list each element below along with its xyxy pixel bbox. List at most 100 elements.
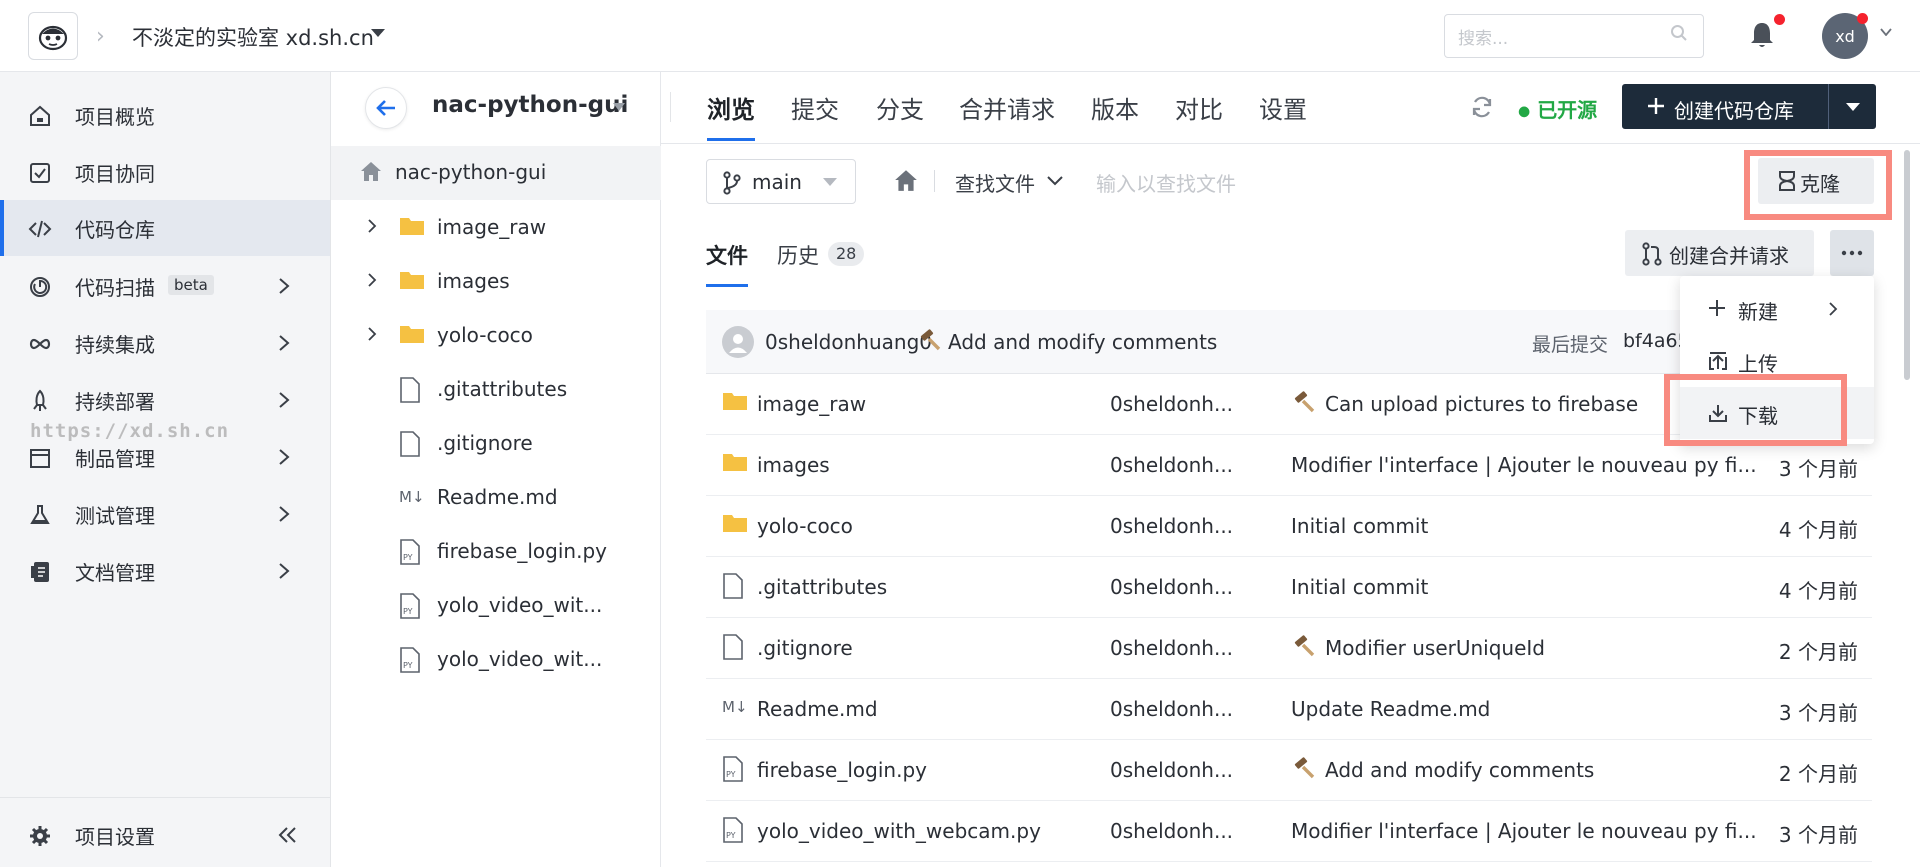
- sync-icon[interactable]: [1470, 95, 1494, 119]
- tab-commits[interactable]: 提交: [791, 90, 839, 125]
- python-file-icon: PY: [722, 756, 744, 782]
- tree-item[interactable]: .gitignore: [331, 417, 661, 471]
- app-logo[interactable]: [28, 12, 78, 60]
- chevron-down-icon[interactable]: [1047, 176, 1063, 186]
- file-icon: [399, 431, 421, 457]
- tab-settings[interactable]: 设置: [1259, 90, 1307, 125]
- sidebar-item-testing[interactable]: 测试管理: [0, 486, 330, 542]
- tree-root-item[interactable]: nac-python-gui: [331, 146, 661, 200]
- create-dropdown-caret-icon[interactable]: [1846, 103, 1860, 111]
- sidebar-item-code-repo[interactable]: 代码仓库: [0, 200, 330, 256]
- beta-badge: beta: [168, 275, 214, 295]
- file-commit-message[interactable]: Can upload pictures to firebase: [1325, 392, 1638, 416]
- file-name[interactable]: .gitattributes: [757, 575, 887, 599]
- tab-browse[interactable]: 浏览: [707, 90, 755, 125]
- tree-item[interactable]: PY firebase_login.py: [331, 525, 661, 579]
- sidebar-item-label: 文档管理: [75, 560, 155, 585]
- scrollbar[interactable]: [1904, 150, 1910, 380]
- menu-item-label: 上传: [1738, 352, 1778, 376]
- find-file-label[interactable]: 查找文件: [955, 168, 1035, 197]
- sidebar-item-overview[interactable]: 项目概览: [0, 87, 330, 143]
- commit-author-avatar[interactable]: [722, 326, 754, 358]
- bell-icon[interactable]: [1748, 20, 1776, 50]
- tab-compare[interactable]: 对比: [1175, 90, 1223, 125]
- tab-merge-requests[interactable]: 合并请求: [959, 90, 1055, 125]
- project-caret-down-icon[interactable]: [370, 27, 386, 39]
- more-dots-icon[interactable]: [1840, 250, 1864, 256]
- sidebar-item-ci[interactable]: 持续集成: [0, 315, 330, 371]
- sidebar-item-label: 代码扫描: [75, 275, 155, 300]
- file-name[interactable]: yolo-coco: [757, 514, 853, 538]
- tab-history[interactable]: 历史: [777, 240, 819, 270]
- file-time: 2 个月前: [1778, 640, 1858, 664]
- tab-branches[interactable]: 分支: [876, 90, 924, 125]
- avatar-badge: [1857, 13, 1868, 24]
- sidebar-item-code-scan[interactable]: 代码扫描 beta: [0, 258, 330, 314]
- sidebar-item-docs[interactable]: 文档管理: [0, 543, 330, 599]
- back-button[interactable]: [365, 87, 407, 129]
- file-commit-message[interactable]: Update Readme.md: [1291, 697, 1490, 721]
- chevron-right-icon[interactable]: [367, 272, 377, 288]
- table-row[interactable]: PY yolo_video_with_webcam.py 0sheldonh..…: [706, 801, 1872, 862]
- tree-item[interactable]: yolo-coco: [331, 309, 661, 363]
- sidebar-item-collaboration[interactable]: 项目协同: [0, 144, 330, 200]
- branch-name[interactable]: main: [752, 170, 802, 194]
- avatar-caret-down-icon[interactable]: [1880, 28, 1892, 36]
- doc-icon: [28, 560, 52, 584]
- svg-text:M↓: M↓: [722, 698, 748, 716]
- file-name[interactable]: images: [757, 453, 830, 477]
- table-row[interactable]: M↓ Readme.md 0sheldonh... Update Readme.…: [706, 679, 1872, 740]
- file-name[interactable]: Readme.md: [757, 697, 878, 721]
- folder-icon: [722, 451, 748, 473]
- file-name[interactable]: image_raw: [757, 392, 866, 416]
- file-commit-message[interactable]: Initial commit: [1291, 575, 1428, 599]
- tab-files[interactable]: 文件: [706, 240, 748, 270]
- file-name[interactable]: yolo_video_with_webcam.py: [757, 819, 1041, 843]
- file-commit-message[interactable]: Modifier userUniqueId: [1325, 636, 1545, 660]
- file-name[interactable]: firebase_login.py: [757, 758, 927, 782]
- caret-down-icon[interactable]: [823, 178, 837, 186]
- commit-message[interactable]: Add and modify comments: [948, 330, 1217, 354]
- tree-item[interactable]: PY yolo_video_wit...: [331, 633, 661, 687]
- divider: [670, 92, 671, 122]
- table-row[interactable]: .gitattributes 0sheldonh... Initial comm…: [706, 557, 1872, 618]
- search-input[interactable]: 搜索...: [1458, 24, 1508, 49]
- tree-item[interactable]: images: [331, 255, 661, 309]
- tree-item[interactable]: .gitattributes: [331, 363, 661, 417]
- sidebar-item-project-settings[interactable]: 项目设置: [0, 807, 330, 863]
- file-name[interactable]: .gitignore: [757, 636, 853, 660]
- find-file-input[interactable]: 输入以查找文件: [1096, 168, 1236, 197]
- chevron-right-icon[interactable]: [367, 326, 377, 342]
- create-merge-request-label[interactable]: 创建合并请求: [1669, 240, 1789, 269]
- commit-author[interactable]: 0sheldonhuang0: [765, 330, 932, 354]
- tab-releases[interactable]: 版本: [1091, 90, 1139, 125]
- file-commit-message[interactable]: Add and modify comments: [1325, 758, 1594, 782]
- file-icon: [722, 634, 744, 660]
- tree-item[interactable]: PY yolo_video_wit...: [331, 579, 661, 633]
- tree-item[interactable]: M↓ Readme.md: [331, 471, 661, 525]
- project-name[interactable]: 不淡定的实验室 xd.sh.cn: [132, 22, 374, 52]
- collapse-sidebar-icon[interactable]: [278, 826, 298, 844]
- menu-item-new[interactable]: 新建: [1680, 283, 1874, 335]
- breadcrumb-separator-icon: ›: [96, 24, 105, 49]
- search-icon[interactable]: [1670, 24, 1688, 42]
- repo-caret-down-icon[interactable]: [612, 102, 626, 112]
- tree-item[interactable]: image_raw: [331, 201, 661, 255]
- table-row[interactable]: yolo-coco 0sheldonh... Initial commit 4 …: [706, 496, 1872, 557]
- folder-icon: [399, 323, 425, 345]
- file-time: 3 个月前: [1778, 823, 1858, 847]
- home-icon[interactable]: [893, 168, 919, 192]
- flask-icon: [28, 503, 52, 527]
- table-row[interactable]: PY firebase_login.py 0sheldonh... Add an…: [706, 740, 1872, 801]
- file-commit-message[interactable]: Modifier l'interface | Ajouter le nouvea…: [1291, 453, 1757, 477]
- table-row[interactable]: .gitignore 0sheldonh... Modifier userUni…: [706, 618, 1872, 679]
- chevron-right-icon: [278, 448, 290, 466]
- chevron-right-icon[interactable]: [367, 218, 377, 234]
- file-commit-message[interactable]: Modifier l'interface | Ajouter le nouvea…: [1291, 819, 1757, 843]
- divider: [1828, 84, 1829, 129]
- file-commit-message[interactable]: Initial commit: [1291, 514, 1428, 538]
- repo-name[interactable]: nac-python-gui: [432, 92, 628, 118]
- active-tab-indicator: [707, 138, 755, 141]
- hammer-icon: [1292, 756, 1316, 780]
- create-repo-label[interactable]: 创建代码仓库: [1674, 95, 1794, 124]
